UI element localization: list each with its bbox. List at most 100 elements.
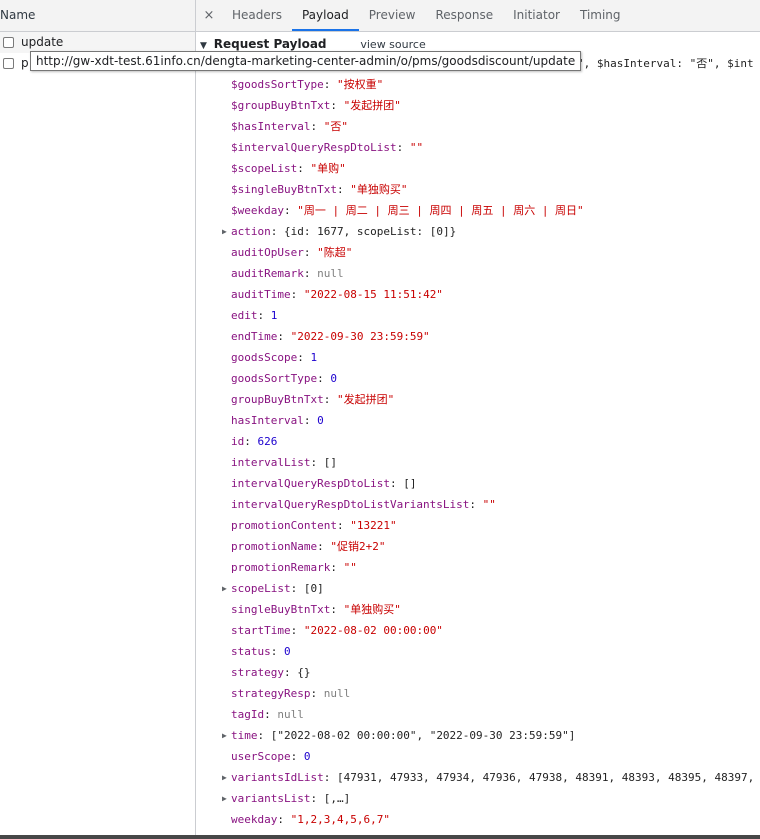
payload-key: $weekday: [231, 204, 284, 217]
payload-row-has-interval[interactable]: hasInterval: 0: [196, 410, 760, 431]
payload-key: variantsList: [231, 792, 311, 805]
expand-arrow-icon[interactable]: ▶: [222, 221, 227, 242]
payload-row-interval-query-resp-dto-list-variants-list[interactable]: intervalQueryRespDtoListVariantsList: "": [196, 494, 760, 515]
key-separator: :: [290, 582, 304, 595]
payload-row-dollar-interval-query-resp-dto-list[interactable]: $intervalQueryRespDtoList: "": [196, 137, 760, 158]
payload-row-dollar-goods-sort-type[interactable]: $goodsSortType: "按权重": [196, 74, 760, 95]
payload-value: "单独购买": [350, 183, 408, 196]
key-separator: :: [336, 183, 351, 196]
payload-value: null: [323, 687, 351, 700]
view-source-link[interactable]: view source: [360, 38, 425, 51]
payload-value: []: [403, 477, 417, 490]
key-separator: :: [330, 561, 344, 574]
payload-row-variants-id-list[interactable]: ▶ variantsIdList: [47931, 47933, 47934, 4…: [196, 767, 760, 788]
payload-row-time[interactable]: ▶ time: ["2022-08-02 00:00:00", "2022-09-…: [196, 725, 760, 746]
payload-row-single-buy-btn-txt[interactable]: singleBuyBtnTxt: "单独购买": [196, 599, 760, 620]
payload-value: null: [317, 267, 344, 280]
key-separator: :: [310, 456, 324, 469]
payload-value: "发起拼团": [343, 99, 401, 112]
tab-preview[interactable]: Preview: [359, 0, 426, 31]
key-separator: :: [290, 288, 304, 301]
name-column-header[interactable]: Name: [0, 0, 195, 32]
key-separator: :: [264, 708, 278, 721]
payload-row-audit-op-user[interactable]: auditOpUser: "陈超": [196, 242, 760, 263]
key-separator: :: [323, 393, 337, 406]
payload-row-end-time[interactable]: endTime: "2022-09-30 23:59:59": [196, 326, 760, 347]
payload-value: "单购": [310, 162, 346, 175]
payload-row-weekday[interactable]: weekday: "1,2,3,4,5,6,7": [196, 809, 760, 830]
payload-rows: $goodsSortType: "按权重" $groupBuyBtnTxt: "发…: [196, 74, 760, 830]
payload-row-variants-list[interactable]: ▶ variantsList: [,…]: [196, 788, 760, 809]
payload-row-user-scope[interactable]: userScope: 0: [196, 746, 760, 767]
request-detail-panel: × Headers Payload Preview Response Initi…: [196, 0, 760, 839]
payload-row-action[interactable]: ▶ action: {id: 1677, scopeList: [0]}: [196, 221, 760, 242]
request-item-update[interactable]: update: [0, 32, 195, 53]
key-separator: :: [283, 204, 298, 217]
payload-row-interval-query-resp-dto-list[interactable]: intervalQueryRespDtoList: []: [196, 473, 760, 494]
request-checkbox[interactable]: [3, 37, 14, 48]
payload-value: 626: [257, 435, 278, 448]
request-checkbox[interactable]: [3, 58, 14, 69]
payload-row-tag-id[interactable]: tagId: null: [196, 704, 760, 725]
collapse-triangle-icon[interactable]: ▼: [200, 41, 207, 51]
key-separator: :: [330, 603, 344, 616]
expand-arrow-icon[interactable]: ▶: [222, 725, 227, 746]
request-list-panel: Name update p: [0, 0, 196, 839]
payload-value: [0]: [303, 582, 324, 595]
payload-key: strategyResp: [231, 687, 311, 700]
payload-row-audit-time[interactable]: auditTime: "2022-08-15 11:51:42": [196, 284, 760, 305]
expand-arrow-icon[interactable]: ▶: [222, 578, 227, 599]
payload-key: action: [231, 225, 271, 238]
payload-row-edit[interactable]: edit: 1: [196, 305, 760, 326]
section-title: Request Payload: [213, 37, 327, 51]
payload-key: intervalQueryRespDtoList: [231, 477, 390, 490]
tab-response[interactable]: Response: [425, 0, 503, 31]
payload-key: $hasInterval: [231, 120, 311, 133]
payload-value: {}: [297, 666, 311, 679]
expand-arrow-icon[interactable]: ▶: [222, 788, 227, 809]
key-separator: :: [336, 519, 351, 532]
payload-row-id[interactable]: id: 626: [196, 431, 760, 452]
payload-row-promotion-content[interactable]: promotionContent: "13221": [196, 515, 760, 536]
key-separator: :: [469, 498, 483, 511]
payload-row-strategy-resp[interactable]: strategyResp: null: [196, 683, 760, 704]
payload-row-promotion-name[interactable]: promotionName: "促销2+2": [196, 536, 760, 557]
key-separator: :: [277, 330, 291, 343]
payload-key: hasInterval: [231, 414, 304, 427]
payload-key: auditOpUser: [231, 246, 304, 259]
payload-row-interval-list[interactable]: intervalList: []: [196, 452, 760, 473]
payload-row-goods-sort-type[interactable]: goodsSortType: 0: [196, 368, 760, 389]
tab-headers[interactable]: Headers: [222, 0, 292, 31]
first-line-tail: 日", $hasInterval: "否", $int: [566, 57, 754, 70]
tab-initiator[interactable]: Initiator: [503, 0, 570, 31]
tab-timing[interactable]: Timing: [570, 0, 631, 31]
key-separator: :: [283, 666, 298, 679]
payload-row-strategy[interactable]: strategy: {}: [196, 662, 760, 683]
payload-value: 0: [317, 414, 324, 427]
payload-key: groupBuyBtnTxt: [231, 393, 324, 406]
request-payload-section[interactable]: ▼ Request Payload view source: [196, 32, 760, 53]
close-icon[interactable]: ×: [196, 8, 222, 23]
request-name: p: [21, 56, 29, 70]
expand-arrow-icon[interactable]: ▶: [222, 767, 227, 788]
key-separator: :: [323, 771, 337, 784]
bottom-bar: [0, 835, 760, 839]
payload-value: ["2022-08-02 00:00:00", "2022-09-30 23:5…: [270, 729, 576, 742]
key-separator: :: [303, 246, 318, 259]
payload-row-dollar-single-buy-btn-txt[interactable]: $singleBuyBtnTxt: "单独购买": [196, 179, 760, 200]
payload-row-group-buy-btn-txt[interactable]: groupBuyBtnTxt: "发起拼团": [196, 389, 760, 410]
payload-row-audit-remark[interactable]: auditRemark: null: [196, 263, 760, 284]
payload-row-dollar-has-interval[interactable]: $hasInterval: "否": [196, 116, 760, 137]
tab-payload[interactable]: Payload: [291, 0, 359, 31]
payload-key: $goodsSortType: [231, 78, 324, 91]
payload-row-dollar-group-buy-btn-txt[interactable]: $groupBuyBtnTxt: "发起拼团": [196, 95, 760, 116]
payload-row-status[interactable]: status: 0: [196, 641, 760, 662]
payload-row-scope-list[interactable]: ▶ scopeList: [0]: [196, 578, 760, 599]
payload-value: 0: [284, 645, 291, 658]
payload-row-promotion-remark[interactable]: promotionRemark: "": [196, 557, 760, 578]
payload-value: "": [409, 141, 424, 154]
payload-row-goods-scope[interactable]: goodsScope: 1: [196, 347, 760, 368]
payload-row-start-time[interactable]: startTime: "2022-08-02 00:00:00": [196, 620, 760, 641]
payload-row-dollar-weekday[interactable]: $weekday: "周一 | 周二 | 周三 | 周四 | 周五 | 周六 |…: [196, 200, 760, 221]
payload-row-dollar-scope-list[interactable]: $scopeList: "单购": [196, 158, 760, 179]
